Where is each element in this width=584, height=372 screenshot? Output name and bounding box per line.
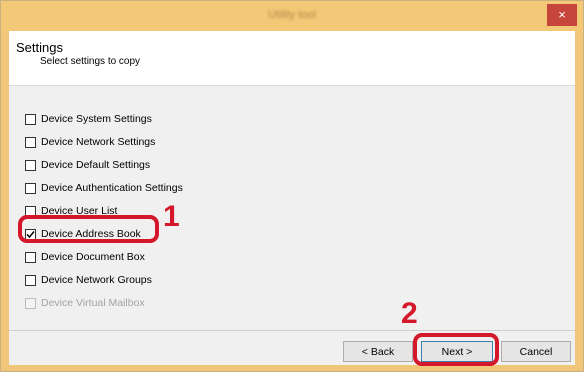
page-header: Settings Select settings to copy xyxy=(9,31,575,86)
footer-divider xyxy=(9,330,575,331)
option-device-default-settings[interactable]: Device Default Settings xyxy=(25,157,150,173)
option-label: Device Network Groups xyxy=(41,274,152,286)
checkbox[interactable] xyxy=(25,274,36,286)
close-icon: × xyxy=(558,7,566,22)
option-label: Device Virtual Mailbox xyxy=(41,297,145,309)
option-device-document-box[interactable]: Device Document Box xyxy=(25,249,145,265)
wizard-window: Utility tool × Settings Select settings … xyxy=(0,0,584,372)
highlight-box-address-book xyxy=(18,215,159,243)
option-label: Device Document Box xyxy=(41,251,145,263)
callout-number-1: 1 xyxy=(163,200,180,233)
highlight-box-next xyxy=(413,333,499,366)
checkbox[interactable] xyxy=(25,136,36,148)
checkbox[interactable] xyxy=(25,182,36,194)
option-label: Device Authentication Settings xyxy=(41,182,183,194)
checkbox[interactable] xyxy=(25,159,36,171)
option-device-network-groups[interactable]: Device Network Groups xyxy=(25,272,152,288)
option-label: Device Default Settings xyxy=(41,159,151,171)
page-subtitle: Select settings to copy xyxy=(40,56,141,67)
option-device-network-settings[interactable]: Device Network Settings xyxy=(25,134,155,150)
checkbox[interactable] xyxy=(25,251,36,263)
page-title: Settings xyxy=(16,40,63,55)
window-title: Utility tool xyxy=(268,9,316,21)
title-bar: Utility tool × xyxy=(1,1,583,31)
option-label: Device System Settings xyxy=(41,113,152,125)
close-button[interactable]: × xyxy=(547,4,577,26)
callout-number-2: 2 xyxy=(401,297,418,330)
option-device-virtual-mailbox: Device Virtual Mailbox xyxy=(25,295,145,311)
checkbox[interactable] xyxy=(25,113,36,125)
option-device-authentication-settings[interactable]: Device Authentication Settings xyxy=(25,180,183,196)
option-label: Device Network Settings xyxy=(41,136,156,148)
checkbox-disabled xyxy=(25,297,36,309)
option-device-system-settings[interactable]: Device System Settings xyxy=(25,111,152,127)
back-button[interactable]: < Back xyxy=(343,341,413,362)
dialog-client: Settings Select settings to copy Device … xyxy=(9,31,575,365)
cancel-button[interactable]: Cancel xyxy=(501,341,571,362)
settings-options-list: Device System Settings Device Network Se… xyxy=(9,86,575,330)
